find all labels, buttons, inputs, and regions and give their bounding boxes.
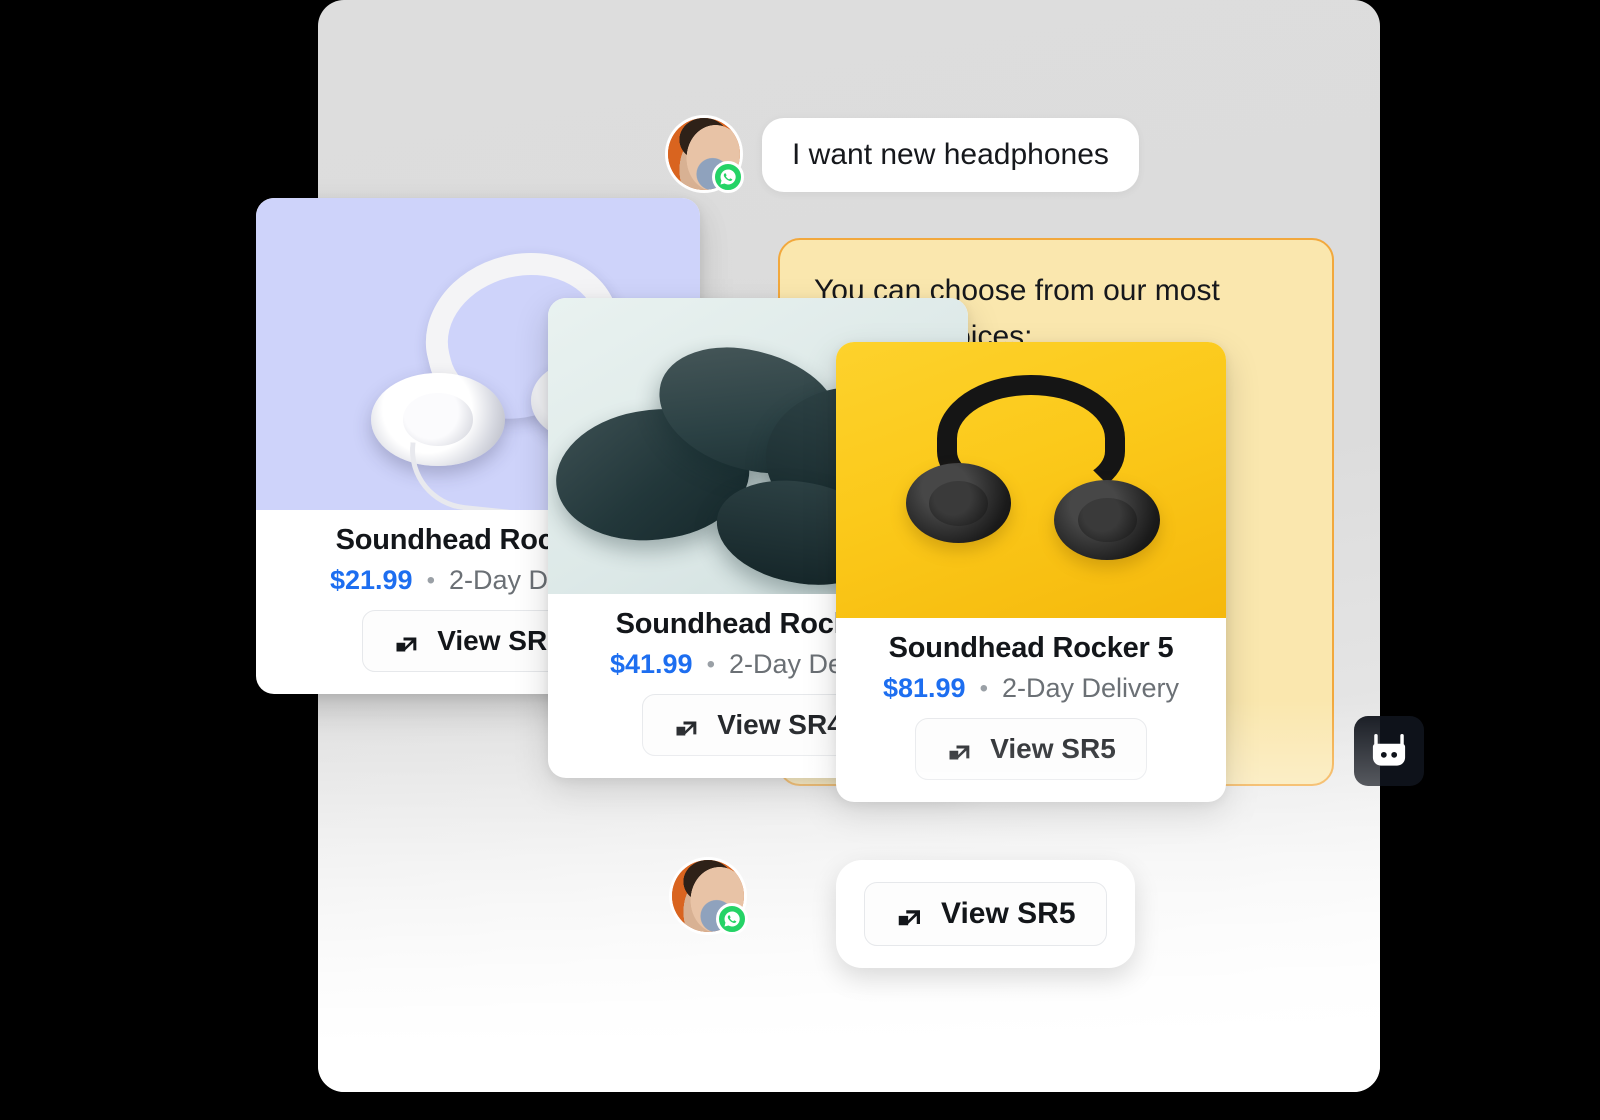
product-meta: $81.99 • 2-Day Delivery [854,673,1208,704]
external-link-icon [396,637,417,652]
view-product-button-label: View SR4 [717,709,843,740]
user-avatar [672,860,748,935]
product-price: $41.99 [609,649,693,679]
user-reply-row: View SR5 [672,860,1135,968]
external-link-icon [949,745,970,760]
robot-face-icon [1372,733,1406,766]
product-title: Soundhead Rocker 5 [888,632,1174,664]
product-price: $81.99 [882,673,966,703]
user-message-bubble: I want new headphones [762,118,1139,192]
product-card[interactable]: Soundhead Rocker 5 $81.99 • 2-Day Delive… [836,342,1226,802]
external-link-icon [898,910,920,926]
external-link-icon [676,721,697,736]
view-product-button[interactable]: View SR5 [864,882,1107,946]
product-card-body: Soundhead Rocker 5 $81.99 • 2-Day Delive… [836,618,1226,802]
meta-separator: • [979,674,988,702]
whatsapp-icon [712,161,744,193]
product-image [836,342,1226,618]
user-message-row: I want new headphones [668,118,1139,193]
product-delivery: 2-Day Delivery [1001,673,1180,703]
user-avatar [668,118,744,193]
bot-logo [1354,716,1424,786]
view-product-button-label: View SR5 [941,897,1076,930]
view-product-button[interactable]: View SR5 [915,718,1147,780]
view-product-button-label: View SR3 [437,625,563,656]
view-product-button-label: View SR5 [990,733,1116,764]
meta-separator: • [706,650,715,678]
product-price: $21.99 [329,565,413,595]
whatsapp-icon [716,903,748,935]
screenshot-stage: I want new headphones You can choose fro… [0,0,1600,1120]
meta-separator: • [426,566,435,594]
user-reply-bubble: View SR5 [836,860,1135,968]
